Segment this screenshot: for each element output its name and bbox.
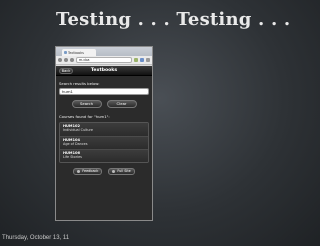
search-button-row: Search Clear	[56, 100, 152, 108]
course-name: Individual Culture	[63, 128, 93, 132]
browser-tabbar: Textbooks	[56, 47, 152, 56]
feedback-label: Feedback	[82, 169, 99, 173]
browser-toolbar: m.cba	[56, 56, 152, 65]
favicon-icon	[64, 51, 67, 54]
reload-icon[interactable]	[70, 58, 74, 62]
bottom-bar: Feedback Full Site	[56, 168, 152, 175]
list-item[interactable]: HUM106 Life Stories	[60, 149, 148, 162]
app-header: Back Textbooks	[56, 66, 152, 76]
browser-window: Textbooks m.cba Back Textbooks Search re…	[55, 46, 153, 221]
forward-icon[interactable]	[64, 58, 68, 62]
course-name: Life Stories	[63, 155, 82, 159]
full-site-label: Full Site	[117, 169, 131, 173]
list-item[interactable]: HUM104 Age of Dances	[60, 136, 148, 149]
page-title: Textbooks	[90, 68, 118, 73]
feedback-button[interactable]: Feedback	[73, 168, 103, 175]
slide-date: Thursday, October 13, 11	[2, 235, 70, 241]
list-item[interactable]: HUM102 Individual Culture	[60, 123, 148, 136]
courses-label: Courses found for "hum1":	[59, 114, 110, 119]
desktop-icon	[112, 170, 116, 173]
extension-icon[interactable]	[140, 58, 144, 62]
search-label: Search results below:	[59, 81, 100, 86]
app-view: Back Textbooks Search results below: hum…	[56, 66, 152, 220]
course-list: HUM102 Individual Culture HUM104 Age of …	[59, 122, 149, 163]
full-site-button[interactable]: Full Site	[108, 168, 135, 175]
search-input[interactable]: hum1	[59, 88, 149, 95]
clear-button[interactable]: Clear	[106, 100, 137, 108]
back-icon[interactable]	[58, 58, 62, 62]
feedback-icon	[77, 170, 81, 173]
course-name: Age of Dances	[63, 142, 88, 146]
star-icon[interactable]	[134, 58, 138, 62]
address-bar[interactable]: m.cba	[76, 57, 132, 63]
browser-tab[interactable]: Textbooks	[62, 49, 96, 56]
browser-tab-title: Textbooks	[68, 50, 84, 55]
slide-title: Testing . . . Testing . . .	[56, 9, 291, 30]
search-button[interactable]: Search	[71, 100, 102, 108]
wrench-icon[interactable]	[146, 58, 150, 62]
